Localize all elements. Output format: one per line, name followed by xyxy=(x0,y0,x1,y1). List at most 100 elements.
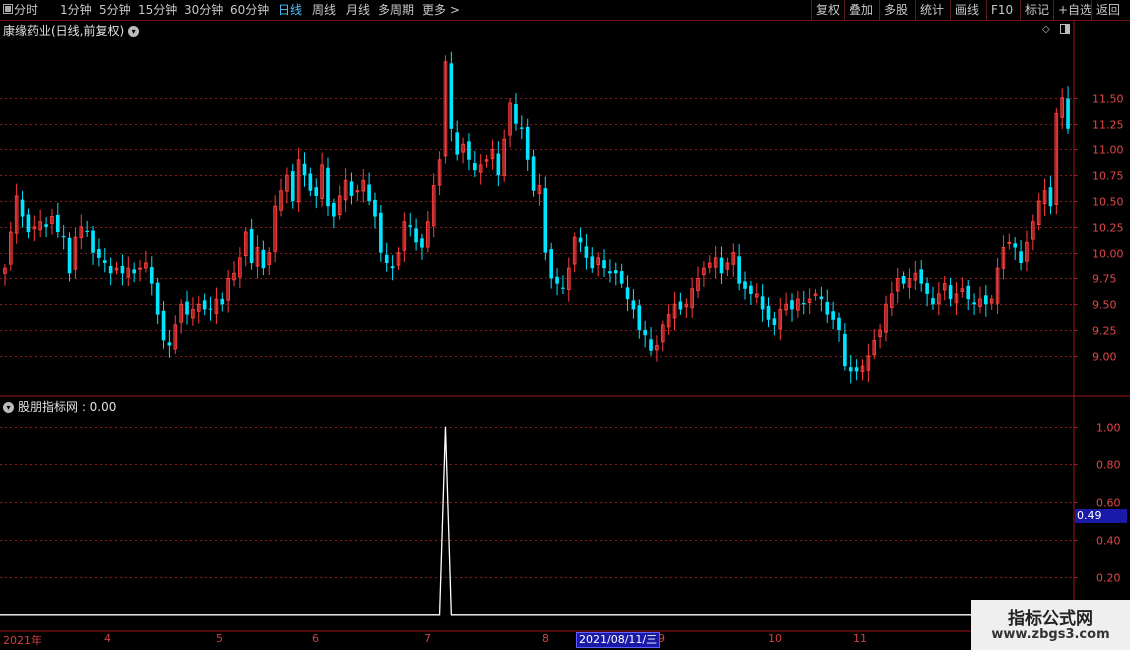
candle-body xyxy=(519,127,524,129)
candle-body xyxy=(202,300,207,310)
candle-body xyxy=(67,237,72,274)
candle-body xyxy=(543,188,548,253)
date-label: 4 xyxy=(104,632,111,645)
candle-body xyxy=(831,311,835,320)
candle-body xyxy=(972,302,976,305)
candle-body xyxy=(719,257,724,274)
candle-body xyxy=(384,254,389,263)
candle-body xyxy=(132,269,136,274)
date-label: 6 xyxy=(312,632,319,645)
date-label: 8 xyxy=(542,632,549,645)
candle-body xyxy=(367,184,371,202)
candle-body xyxy=(901,275,906,284)
candle-body xyxy=(772,318,777,325)
candle-body xyxy=(161,310,166,341)
candle-body xyxy=(743,281,747,289)
candle-body xyxy=(790,300,794,310)
indicator-tick-label: 0.60 xyxy=(1096,497,1121,510)
candle-body xyxy=(55,214,60,233)
candle-body xyxy=(61,235,66,238)
price-tick-label: 9.75 xyxy=(1092,273,1117,286)
candle-body xyxy=(819,296,824,300)
candle-body xyxy=(801,303,806,305)
watermark-title: 指标公式网 xyxy=(1008,609,1093,629)
candle-body xyxy=(332,202,336,217)
candle-body xyxy=(85,230,89,233)
indicator-title[interactable]: ▾ 股朋指标网 : 0.00 xyxy=(3,398,116,415)
date-label: 5 xyxy=(216,632,223,645)
candle-body xyxy=(120,265,125,274)
price-tick-label: 9.50 xyxy=(1092,299,1117,312)
candle-body xyxy=(578,237,583,243)
candle-body xyxy=(185,301,189,315)
candle-body xyxy=(608,271,612,274)
indicator-line xyxy=(0,426,1073,616)
kline-chart: 9.00 9.25 9.50 9.75 10.00 10.25 10.50 10.75 11.0… xyxy=(0,21,1130,632)
candle-body xyxy=(984,295,988,305)
candle-body xyxy=(408,225,413,227)
candle-body xyxy=(966,285,971,300)
candle-body xyxy=(549,249,554,279)
candle-body xyxy=(420,238,424,248)
candle-body xyxy=(637,305,642,331)
price-tick-label: 10.00 xyxy=(1092,248,1124,261)
price-tick-label: 10.25 xyxy=(1092,222,1124,235)
price-tick-label: 11.50 xyxy=(1092,93,1124,106)
candle-body xyxy=(925,283,929,294)
candle-body xyxy=(948,285,953,300)
candle-body xyxy=(590,256,595,269)
candle-body xyxy=(737,256,741,284)
candle-body xyxy=(848,367,853,372)
candle-body xyxy=(602,260,606,269)
candle-body xyxy=(837,317,841,331)
candle-body xyxy=(108,265,113,274)
candle-body xyxy=(373,199,377,217)
price-tick-label: 11.25 xyxy=(1092,119,1124,132)
price-tick-label: 10.50 xyxy=(1092,196,1124,209)
candle-body xyxy=(44,224,48,227)
candle-body xyxy=(854,367,859,372)
price-tick-label: 9.25 xyxy=(1092,325,1117,338)
candle-body xyxy=(379,212,383,253)
price-tick-label: 10.75 xyxy=(1092,170,1124,183)
stock-title[interactable]: 康缘药业(日线,前复权) ▾ xyxy=(3,22,140,39)
candle-body xyxy=(26,214,31,233)
candle-body xyxy=(625,287,630,300)
candle-body xyxy=(1013,243,1018,248)
stock-title-text: 康缘药业(日线,前复权) xyxy=(3,24,125,38)
date-label: 2021年 xyxy=(3,634,42,647)
indicator-tick-label: 0.20 xyxy=(1096,572,1121,585)
date-label: 10 xyxy=(768,632,782,645)
candle-body xyxy=(97,249,101,258)
indicator-tick-label: 0.80 xyxy=(1096,459,1121,472)
candle-body xyxy=(473,163,477,171)
candle-body xyxy=(290,171,295,202)
candle-body xyxy=(919,269,924,284)
candle-body xyxy=(584,246,589,258)
candle-body xyxy=(20,199,25,217)
date-cursor-label: 2021/08/11/三 xyxy=(576,632,661,648)
chevron-down-icon[interactable]: ▾ xyxy=(3,402,14,413)
candle-body xyxy=(1048,187,1053,207)
candle-body xyxy=(208,308,213,310)
candle-body xyxy=(613,270,618,274)
watermark: 指标公式网 www.zbgs3.com xyxy=(971,600,1130,650)
panel-toggle-icon[interactable] xyxy=(1060,24,1070,34)
indicator-tick-label: 0.40 xyxy=(1096,535,1121,548)
candle-body xyxy=(514,104,518,124)
candle-body xyxy=(349,181,354,196)
candle-body xyxy=(155,282,160,315)
candle-body xyxy=(167,342,172,346)
candle-body xyxy=(843,333,847,367)
candle-body xyxy=(825,301,830,315)
candle-body xyxy=(314,187,319,196)
diamond-icon[interactable]: ◇ xyxy=(1042,24,1050,35)
candle-body xyxy=(149,267,154,284)
candle-body xyxy=(643,329,647,336)
price-tick-label: 11.00 xyxy=(1092,144,1124,157)
candle-body xyxy=(326,167,330,207)
date-label: 11 xyxy=(853,632,867,645)
indicator-tick-label: 1.00 xyxy=(1096,422,1121,435)
candle-body xyxy=(302,163,307,176)
chevron-down-icon[interactable]: ▾ xyxy=(128,26,140,37)
